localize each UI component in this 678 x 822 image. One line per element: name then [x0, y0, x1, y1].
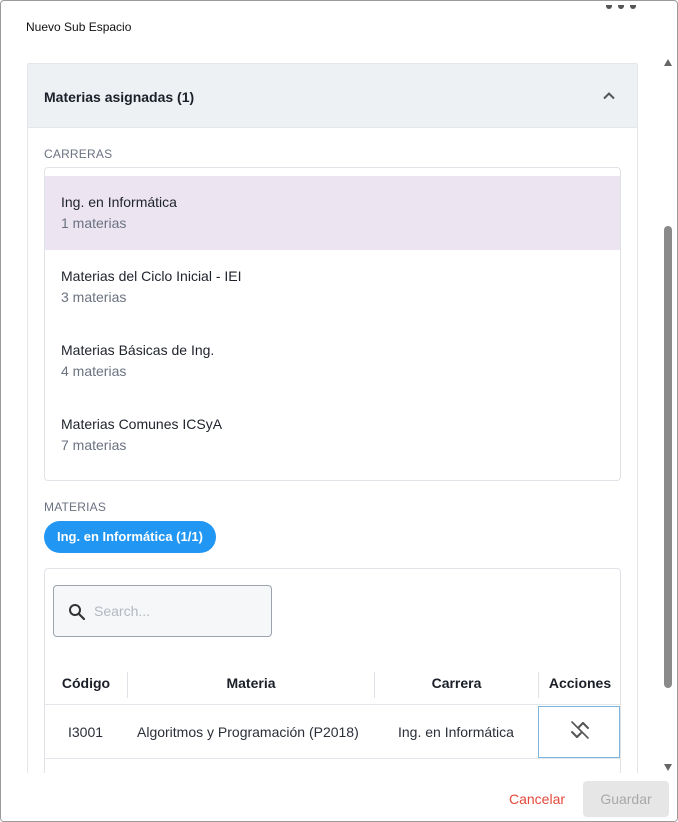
career-list: Ing. en Informática 1 materias Materias …: [44, 167, 621, 481]
career-count: 7 materias: [61, 437, 127, 453]
career-count: 3 materias: [61, 289, 127, 305]
search-input[interactable]: [94, 600, 264, 622]
cell-code: I3001: [68, 724, 104, 740]
career-item-ciclo-inicial[interactable]: Materias del Ciclo Inicial - IEI 3 mater…: [45, 250, 620, 324]
career-name: Ing. en Informática: [61, 194, 177, 210]
table-row[interactable]: I3001 Algoritmos y Programación (P2018) …: [45, 706, 620, 759]
cell-career: Ing. en Informática: [398, 724, 514, 740]
cancel-button[interactable]: Cancelar: [498, 782, 576, 816]
career-item-ing-informatica[interactable]: Ing. en Informática 1 materias: [45, 176, 620, 250]
scrollbar[interactable]: [663, 59, 673, 771]
career-name: Materias Básicas de Ing.: [61, 342, 215, 358]
save-button[interactable]: Guardar: [583, 781, 669, 817]
column-header-materia[interactable]: Materia: [128, 662, 374, 705]
scroll-down-arrow[interactable]: [664, 764, 672, 771]
careers-label: CARRERAS: [44, 147, 113, 161]
career-filter-chip[interactable]: Ing. en Informática (1/1): [44, 521, 216, 553]
new-subspace-dialog: Nuevo Sub Espacio Materias asignadas (1)…: [0, 0, 678, 822]
unassign-button[interactable]: [538, 706, 620, 758]
corner-decoration: [601, 1, 641, 9]
cell-subject: Algoritmos y Programación (P2018): [137, 724, 359, 740]
career-count: 1 materias: [61, 215, 127, 231]
unlink-icon: [569, 719, 591, 746]
career-item-comunes-icsya[interactable]: Materias Comunes ICSyA 7 materias: [45, 398, 620, 472]
subjects-table: Código Materia Carrera Acciones I3001 Al…: [44, 568, 621, 773]
section-title: Materias asignadas (1): [44, 89, 195, 105]
career-name: Materias del Ciclo Inicial - IEI: [61, 268, 242, 284]
dialog-content: Materias asignadas (1) CARRERAS Ing. en …: [1, 46, 661, 773]
scroll-up-arrow[interactable]: [664, 59, 672, 66]
search-icon: [68, 603, 86, 621]
scroll-thumb[interactable]: [664, 226, 672, 688]
assigned-subjects-header[interactable]: Materias asignadas (1): [28, 64, 637, 128]
column-header-carrera[interactable]: Carrera: [375, 662, 538, 705]
column-header-acciones: Acciones: [548, 675, 612, 691]
career-name: Materias Comunes ICSyA: [61, 416, 223, 432]
dialog-title: Nuevo Sub Espacio: [26, 20, 132, 34]
career-item-basicas[interactable]: Materias Básicas de Ing. 4 materias: [45, 324, 620, 398]
career-count: 4 materias: [61, 363, 127, 379]
assigned-subjects-panel: Materias asignadas (1) CARRERAS Ing. en …: [27, 63, 638, 773]
subjects-label: MATERIAS: [44, 500, 107, 514]
dialog-footer: Cancelar Guardar: [1, 773, 677, 821]
search-box: [53, 585, 272, 637]
chevron-up-icon[interactable]: [599, 86, 619, 106]
table-header: Código Materia Carrera Acciones: [45, 662, 620, 705]
column-header-codigo[interactable]: Código: [45, 662, 127, 705]
